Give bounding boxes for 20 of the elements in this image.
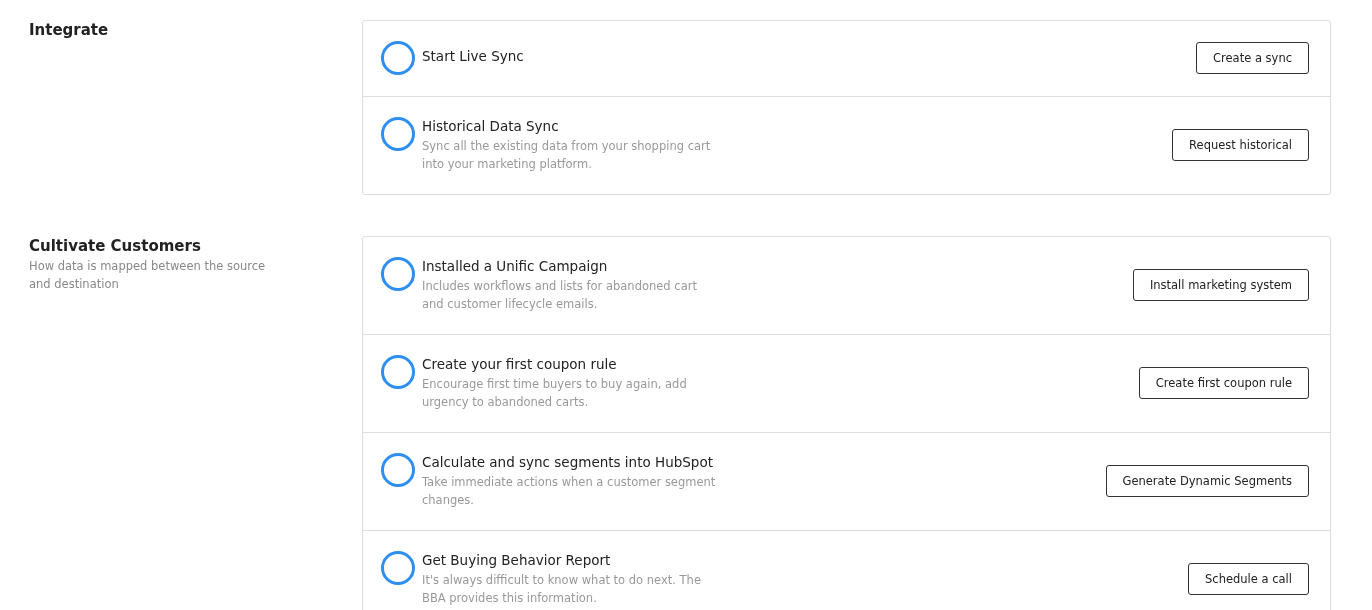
action-button[interactable]: Create a sync	[1196, 42, 1309, 74]
action-button[interactable]: Request historical	[1172, 129, 1309, 161]
task-description: Encourage first time buyers to buy again, add urgency to abandoned carts.	[422, 376, 688, 411]
action-button[interactable]: Install marketing system	[1132, 269, 1309, 301]
section-description: How data is mapped between the source and destination	[29, 258, 267, 293]
task-description: Sync all the existing data from your shopping cart into your marketing platform.	[422, 138, 712, 173]
section-title: Integrate	[29, 20, 110, 40]
action-button[interactable]: Schedule a call	[1188, 563, 1309, 595]
task-description: Take immediate actions when a customer segment changes.	[422, 474, 717, 509]
task-description: Includes workflows and lists for abandoned cart and customer lifecycle emails.	[422, 278, 698, 313]
task-title: Historical Data Sync	[422, 117, 560, 135]
task-title: Start Live Sync	[422, 47, 525, 65]
task-description: It's always difficult to know what to do next. The BBA provides this information.	[422, 572, 702, 607]
task-title: Create your first coupon rule	[422, 355, 618, 373]
action-button[interactable]: Generate Dynamic Segments	[1105, 465, 1309, 497]
task-title: Installed a Unific Campaign	[422, 257, 609, 275]
section-title: Cultivate Customers	[29, 236, 202, 256]
task-title: Get Buying Behavior Report	[422, 551, 612, 569]
action-button[interactable]: Create first coupon rule	[1138, 367, 1309, 399]
task-title: Calculate and sync segments into HubSpot	[422, 453, 714, 471]
